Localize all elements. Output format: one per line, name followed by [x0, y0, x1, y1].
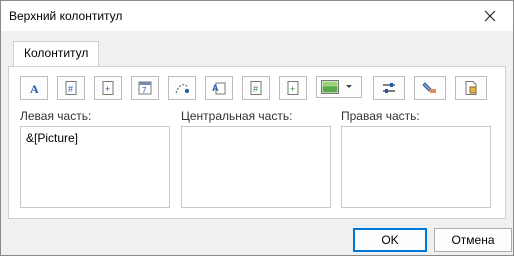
svg-text:#: # [68, 84, 73, 94]
total-pages-button[interactable]: + [94, 76, 122, 100]
format-painter-icon [422, 82, 436, 93]
left-section-value: &[Picture] [26, 131, 79, 145]
file-path-button[interactable]: A [205, 76, 233, 100]
ok-button[interactable]: OK [353, 228, 427, 252]
picture-format-button[interactable] [373, 76, 405, 100]
tab-strip: Колонтитул [8, 41, 506, 67]
svg-text:#: # [253, 84, 258, 94]
right-section-field[interactable] [341, 126, 491, 208]
right-section-label: Правая часть: [341, 109, 420, 123]
title-bar: Верхний колонтитул [1, 1, 513, 31]
svg-text:+: + [290, 84, 295, 94]
date-icon: 7 [138, 81, 152, 95]
close-icon [484, 10, 496, 22]
font-icon: A [30, 82, 39, 96]
svg-text:7: 7 [142, 86, 147, 95]
file-name-icon: # [250, 81, 262, 95]
format-painter-button[interactable] [414, 76, 446, 100]
file-path-icon: A [212, 82, 226, 95]
font-button[interactable]: A [20, 76, 48, 100]
header-dialog: Верхний колонтитул Колонтитул A # + 7 A … [0, 0, 514, 256]
center-section-field[interactable] [181, 126, 331, 208]
dialog-title: Верхний колонтитул [9, 9, 123, 23]
insert-picture-icon [321, 80, 339, 94]
time-button[interactable] [168, 76, 196, 100]
left-section-field[interactable]: &[Picture] [20, 126, 170, 208]
left-section-label: Левая часть: [20, 109, 92, 123]
insert-object-button[interactable] [455, 76, 487, 100]
total-pages-icon: + [102, 81, 114, 95]
tab-panel: A # + 7 A # + Левая часть: Центральная ч… [8, 66, 506, 219]
insert-object-icon [465, 81, 477, 95]
tab-header-footer[interactable]: Колонтитул [13, 41, 100, 67]
svg-text:A: A [30, 82, 39, 96]
cancel-button[interactable]: Отмена [434, 228, 512, 252]
file-name-button[interactable]: # [242, 76, 270, 100]
chevron-down-icon [346, 85, 352, 88]
time-icon [175, 84, 189, 94]
page-number-icon: # [65, 81, 77, 95]
close-button[interactable] [467, 1, 513, 31]
svg-text:A: A [212, 83, 219, 93]
page-number-button[interactable]: # [57, 76, 85, 100]
svg-text:+: + [105, 84, 110, 94]
insert-picture-button[interactable] [316, 76, 362, 98]
picture-format-icon [383, 83, 395, 93]
sheet-name-button[interactable]: + [279, 76, 307, 100]
sheet-name-icon: + [287, 81, 299, 95]
center-section-label: Центральная часть: [181, 109, 293, 123]
date-button[interactable]: 7 [131, 76, 159, 100]
